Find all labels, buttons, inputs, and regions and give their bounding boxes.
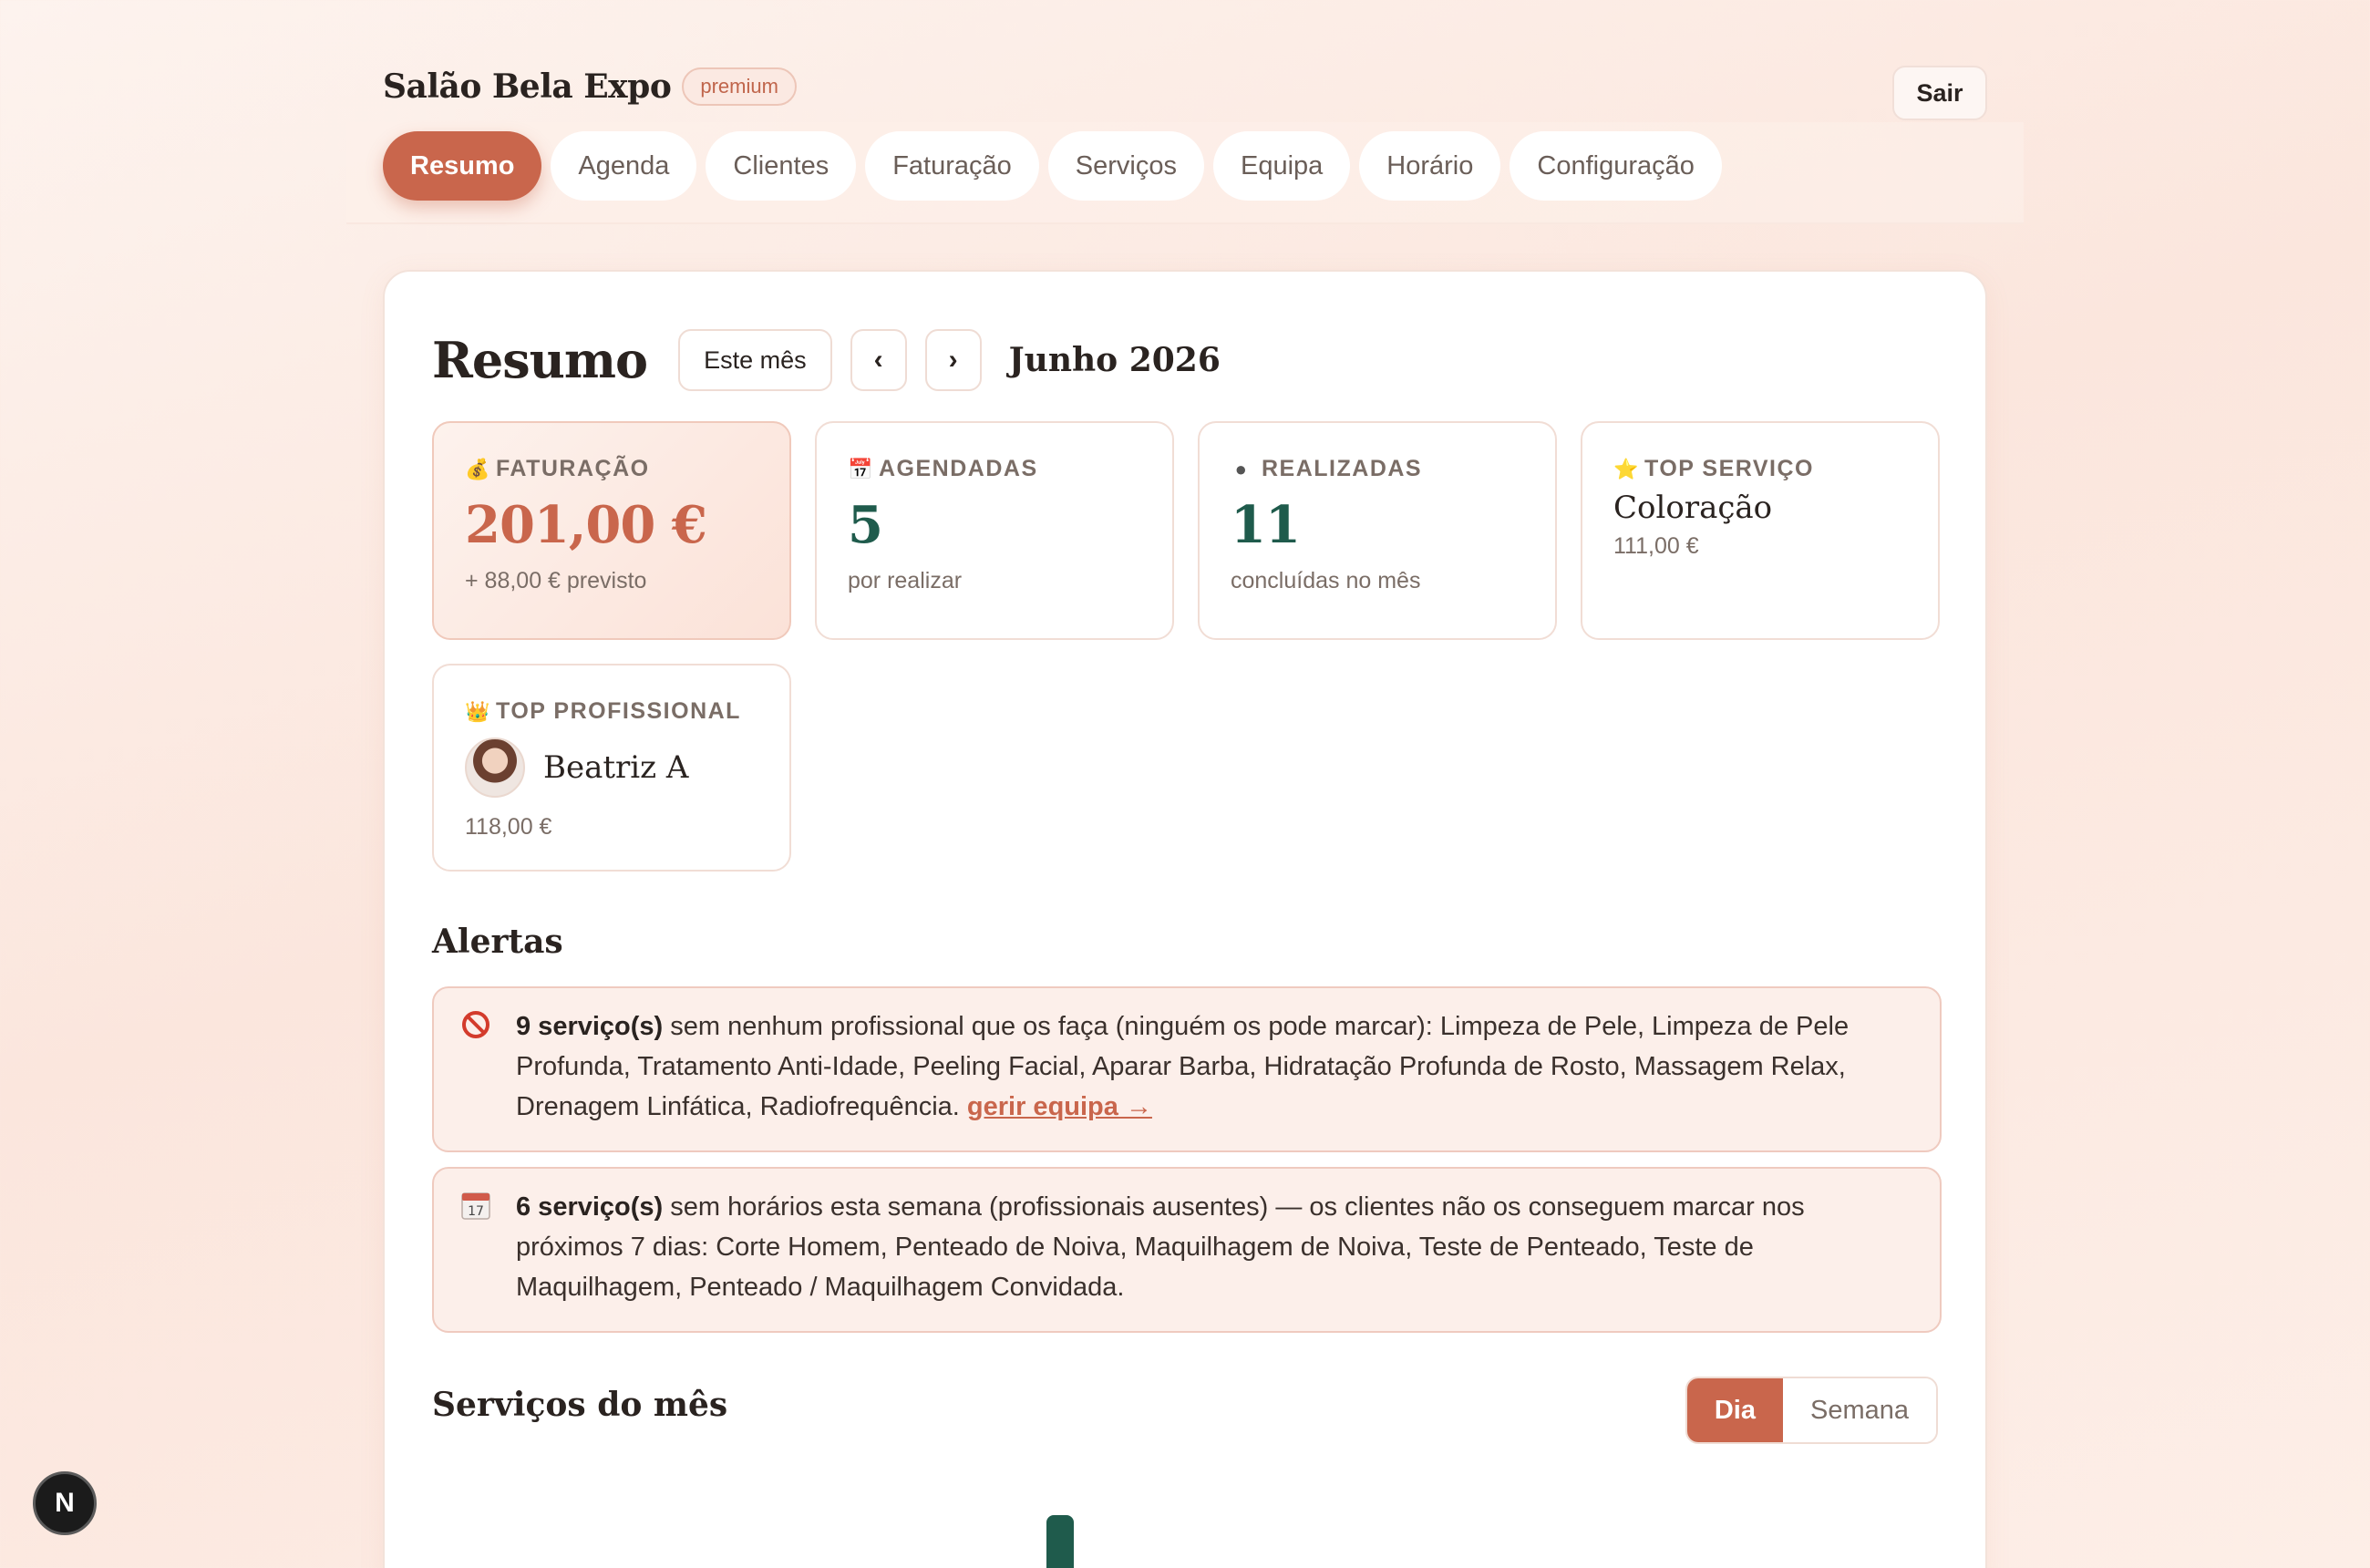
manage-team-link[interactable]: gerir equipa → bbox=[967, 1092, 1152, 1121]
alert-count: 6 serviço(s) bbox=[516, 1192, 664, 1222]
calendar-icon: 📅 bbox=[848, 457, 874, 480]
salon-name: Salão Bela Expo bbox=[383, 67, 672, 106]
top-professional-name: Beatriz A bbox=[543, 749, 689, 786]
summary-header: Resumo Este mês ‹ › Junho 2026 bbox=[432, 328, 1221, 392]
stat-value: 5 bbox=[848, 495, 883, 555]
alert-text: sem horários esta semana (profissionais … bbox=[516, 1192, 1805, 1302]
chevron-left-icon: ‹ bbox=[873, 345, 883, 375]
stat-top-service: ⭐ TOP SERVIÇO Coloração 111,00 € bbox=[1581, 421, 1940, 640]
tab-configuracao[interactable]: Configuração bbox=[1510, 131, 1722, 201]
alert-no-schedule: 17 6 serviço(s) sem horários esta semana… bbox=[432, 1167, 1942, 1333]
stat-revenue: 💰 FATURAÇÃO 201,00 € + 88,00 € previsto bbox=[432, 421, 791, 640]
top-service-name: Coloração bbox=[1613, 490, 1773, 526]
stat-label: TOP SERVIÇO bbox=[1644, 456, 1815, 481]
tab-equipa[interactable]: Equipa bbox=[1212, 131, 1351, 201]
period-toggle: Dia Semana bbox=[1685, 1377, 1938, 1444]
plan-badge: premium bbox=[682, 67, 797, 106]
stat-label: FATURAÇÃO bbox=[496, 456, 650, 481]
crown-icon: 👑 bbox=[465, 699, 491, 723]
tab-clientes[interactable]: Clientes bbox=[706, 131, 857, 201]
period-label: Junho 2026 bbox=[1008, 341, 1221, 379]
toggle-day[interactable]: Dia bbox=[1686, 1378, 1783, 1442]
nav-tabs: Resumo Agenda Clientes Faturação Serviço… bbox=[383, 131, 1722, 201]
app-header: Salão Bela Expo premium Sair Resumo Agen… bbox=[346, 36, 2024, 224]
stat-value: 11 bbox=[1231, 495, 1301, 555]
summary-card: Resumo Este mês ‹ › Junho 2026 💰 FATURAÇ… bbox=[383, 270, 1987, 1568]
tab-agenda[interactable]: Agenda bbox=[551, 131, 697, 201]
toggle-week[interactable]: Semana bbox=[1782, 1378, 1936, 1442]
next-month-button[interactable]: › bbox=[924, 329, 982, 391]
services-chart-title: Serviços do mês bbox=[432, 1386, 728, 1424]
stat-label: REALIZADAS bbox=[1262, 456, 1423, 481]
stat-subtext: concluídas no mês bbox=[1231, 568, 1421, 593]
calendar-17-icon: 17 bbox=[461, 1192, 490, 1220]
avatar bbox=[465, 738, 525, 798]
nav-bar: Resumo Agenda Clientes Faturação Serviço… bbox=[346, 122, 2024, 224]
stat-subtext: por realizar bbox=[848, 568, 963, 593]
alert-no-professional: 9 serviço(s) sem nenhum profissional que… bbox=[432, 986, 1942, 1152]
money-bag-icon: 💰 bbox=[465, 457, 491, 480]
top-service-amount: 111,00 € bbox=[1613, 533, 1699, 559]
chevron-right-icon: › bbox=[948, 345, 958, 375]
stat-subtext: + 88,00 € previsto bbox=[465, 568, 647, 593]
prohibited-icon bbox=[462, 1011, 489, 1038]
prev-month-button[interactable]: ‹ bbox=[850, 329, 907, 391]
brand: Salão Bela Expo premium bbox=[383, 67, 797, 106]
logout-button[interactable]: Sair bbox=[1892, 66, 1987, 120]
page-title: Resumo bbox=[432, 331, 648, 389]
tab-faturacao[interactable]: Faturação bbox=[865, 131, 1039, 201]
alert-text: sem nenhum profissional que os faça (nin… bbox=[516, 1012, 1850, 1121]
services-bar-chart bbox=[432, 1457, 1942, 1568]
alerts-title: Alertas bbox=[432, 923, 563, 961]
chart-bar bbox=[1046, 1515, 1074, 1568]
circle-icon: ● bbox=[1234, 457, 1249, 480]
stat-value: 201,00 € bbox=[465, 495, 707, 555]
svg-text:17: 17 bbox=[468, 1204, 484, 1219]
star-icon: ⭐ bbox=[1613, 457, 1640, 480]
dev-tools-button[interactable]: N bbox=[33, 1471, 97, 1535]
stat-completed: ● REALIZADAS 11 concluídas no mês bbox=[1198, 421, 1557, 640]
stat-label: AGENDADAS bbox=[879, 456, 1038, 481]
stat-top-professional: 👑 TOP PROFISSIONAL Beatriz A 118,00 € bbox=[432, 664, 791, 872]
this-month-button[interactable]: Este mês bbox=[678, 329, 832, 391]
tab-resumo[interactable]: Resumo bbox=[383, 131, 542, 201]
alert-count: 9 serviço(s) bbox=[516, 1012, 664, 1041]
stat-scheduled: 📅 AGENDADAS 5 por realizar bbox=[815, 421, 1174, 640]
stat-label: TOP PROFISSIONAL bbox=[496, 698, 741, 724]
top-professional-amount: 118,00 € bbox=[465, 814, 552, 840]
tab-servicos[interactable]: Serviços bbox=[1047, 131, 1204, 201]
tab-horario[interactable]: Horário bbox=[1359, 131, 1501, 201]
